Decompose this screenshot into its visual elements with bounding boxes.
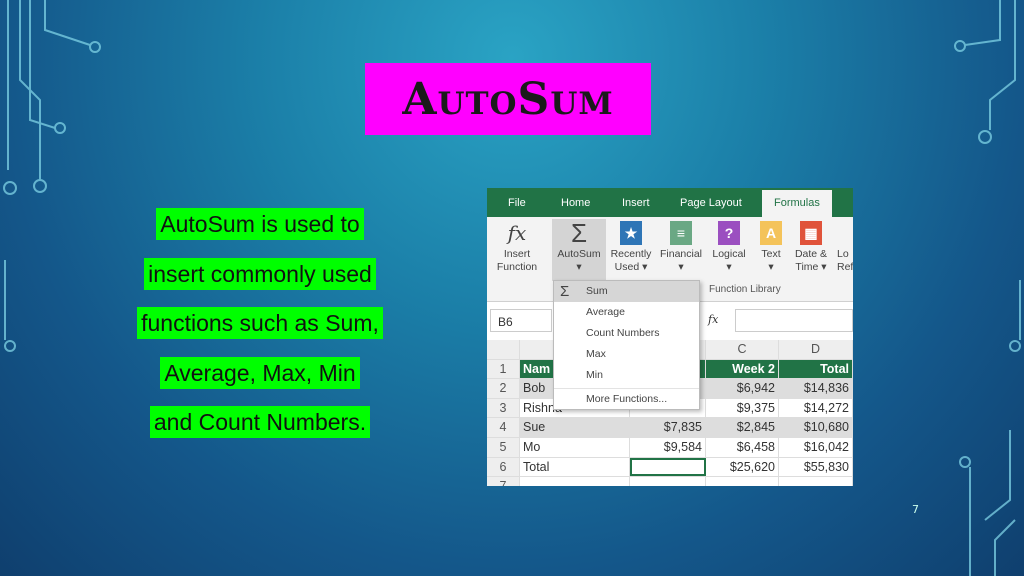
label: ▾ bbox=[678, 261, 684, 273]
cell[interactable]: $6,942 bbox=[706, 379, 779, 398]
label: Function bbox=[496, 261, 538, 273]
cell[interactable]: $14,272 bbox=[779, 398, 853, 418]
label: Recently bbox=[610, 248, 652, 260]
cell[interactable] bbox=[706, 477, 779, 486]
fx-icon[interactable]: fx bbox=[708, 313, 718, 326]
row-number[interactable]: 5 bbox=[487, 437, 520, 457]
star-book-icon: ★ bbox=[620, 221, 642, 245]
body-line: AutoSum is used to bbox=[156, 208, 364, 240]
label: Logical bbox=[712, 248, 746, 260]
cell[interactable]: $7,835 bbox=[630, 418, 706, 437]
menu-item-min[interactable]: Min bbox=[554, 365, 699, 386]
label: Text bbox=[761, 248, 781, 260]
table-row: 4 Sue $7,835 $2,845 $10,680 bbox=[487, 418, 853, 438]
label: Time ▾ bbox=[795, 261, 827, 273]
label: Lo bbox=[837, 248, 849, 260]
sigma-icon: Σ bbox=[560, 283, 570, 300]
col-header-d[interactable]: D bbox=[779, 340, 853, 359]
financial-icon: ≡ bbox=[670, 221, 692, 245]
logical-button[interactable]: ? Logical ▾ bbox=[708, 221, 750, 274]
cell[interactable]: $9,584 bbox=[630, 437, 706, 457]
label: AutoSum bbox=[557, 248, 601, 260]
recently-used-button[interactable]: ★ Recently Used ▾ bbox=[607, 221, 655, 274]
financial-button[interactable]: ≡ Financial ▾ bbox=[657, 221, 705, 274]
menu-item-count-numbers[interactable]: Count Numbers bbox=[554, 323, 699, 344]
label: Ref bbox=[837, 261, 853, 273]
body-line: functions such as Sum, bbox=[137, 307, 383, 339]
cell[interactable] bbox=[630, 457, 706, 477]
date-time-button[interactable]: ▦ Date & Time ▾ bbox=[791, 221, 831, 274]
autosum-button[interactable]: Σ AutoSum ▾ bbox=[552, 219, 606, 281]
body-text: AutoSum is used to insert commonly used … bbox=[100, 200, 420, 448]
table-row: 6 Total $25,620 $55,830 bbox=[487, 457, 853, 478]
cell[interactable]: Mo bbox=[520, 437, 630, 457]
cell[interactable]: Sue bbox=[520, 418, 630, 437]
row-number[interactable]: 7 bbox=[487, 477, 520, 486]
excel-screenshot: File Home Insert Page Layout Formulas fx… bbox=[487, 188, 853, 486]
label: ▾ bbox=[726, 261, 732, 273]
tab-file[interactable]: File bbox=[508, 188, 526, 217]
cell[interactable]: Week 2 bbox=[706, 359, 779, 379]
cell[interactable] bbox=[630, 477, 706, 486]
question-icon: ? bbox=[718, 221, 740, 245]
tab-page-layout[interactable]: Page Layout bbox=[680, 188, 742, 217]
cell[interactable]: $16,042 bbox=[779, 437, 853, 457]
text-button[interactable]: A Text ▾ bbox=[756, 221, 786, 274]
function-library-label: Function Library bbox=[709, 284, 781, 295]
row-number[interactable]: 4 bbox=[487, 418, 520, 437]
cell[interactable]: $14,836 bbox=[779, 379, 853, 398]
sigma-icon: Σ bbox=[570, 217, 588, 248]
cell[interactable] bbox=[779, 477, 853, 486]
label: ▾ bbox=[576, 261, 582, 273]
table-row: 7 bbox=[487, 477, 853, 486]
label: Used ▾ bbox=[614, 261, 648, 273]
body-line: Average, Max, Min bbox=[160, 356, 360, 389]
name-box[interactable]: B6 bbox=[490, 309, 552, 332]
text-a-icon: A bbox=[760, 221, 782, 245]
menu-item-average[interactable]: Average bbox=[554, 302, 699, 323]
row-number[interactable]: 3 bbox=[487, 398, 520, 418]
cell[interactable]: Total bbox=[779, 359, 853, 379]
cell[interactable]: $10,680 bbox=[779, 418, 853, 437]
label: Sum bbox=[586, 285, 608, 297]
autosum-dropdown-menu: Σ Sum Average Count Numbers Max Min More … bbox=[553, 280, 700, 410]
label: Insert bbox=[503, 248, 531, 260]
page-number: 7 bbox=[912, 503, 919, 516]
tab-home[interactable]: Home bbox=[561, 188, 590, 217]
body-line: insert commonly used bbox=[144, 257, 376, 290]
lookup-icon bbox=[837, 221, 853, 245]
calendar-icon: ▦ bbox=[800, 221, 822, 245]
menu-item-sum[interactable]: Σ Sum bbox=[554, 281, 699, 302]
cell[interactable]: $9,375 bbox=[706, 398, 779, 418]
slide-title: AutoSum bbox=[365, 63, 651, 135]
tab-insert[interactable]: Insert bbox=[622, 188, 650, 217]
table-row: 5 Mo $9,584 $6,458 $16,042 bbox=[487, 437, 853, 458]
menu-item-max[interactable]: Max bbox=[554, 344, 699, 365]
cell[interactable]: Total bbox=[520, 457, 630, 477]
tab-formulas[interactable]: Formulas bbox=[762, 190, 832, 217]
cell[interactable]: $25,620 bbox=[706, 457, 779, 477]
col-header-c[interactable]: C bbox=[706, 340, 779, 359]
menu-item-more-functions[interactable]: More Functions... bbox=[554, 388, 699, 409]
ribbon-tabs: File Home Insert Page Layout Formulas bbox=[487, 188, 853, 217]
cell[interactable]: $6,458 bbox=[706, 437, 779, 457]
formula-input[interactable] bbox=[735, 309, 853, 332]
row-number[interactable]: 2 bbox=[487, 379, 520, 398]
cell[interactable] bbox=[520, 477, 630, 486]
cell[interactable]: $2,845 bbox=[706, 418, 779, 437]
row-number[interactable]: 1 bbox=[487, 359, 520, 379]
label: Date & bbox=[794, 248, 828, 260]
cell[interactable]: $55,830 bbox=[779, 457, 853, 477]
insert-function-button[interactable]: fx Insert Function bbox=[491, 221, 543, 274]
label: ▾ bbox=[768, 261, 774, 273]
lookup-button[interactable]: Lo Ref bbox=[837, 221, 853, 274]
body-line: and Count Numbers. bbox=[149, 406, 371, 438]
label: Financial bbox=[659, 248, 703, 260]
fx-icon: fx bbox=[507, 220, 527, 245]
row-number[interactable]: 6 bbox=[487, 457, 520, 477]
